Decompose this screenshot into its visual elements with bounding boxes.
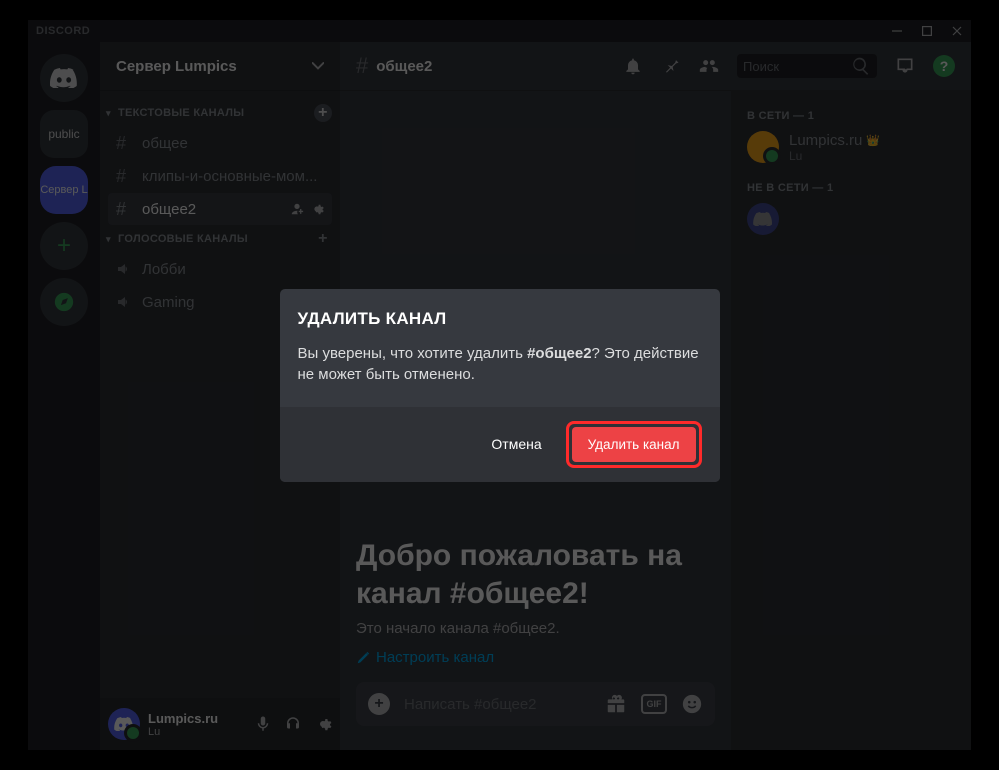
modal-title: УДАЛИТЬ КАНАЛ (298, 309, 702, 329)
cancel-button[interactable]: Отмена (479, 426, 553, 462)
modal-overlay[interactable]: УДАЛИТЬ КАНАЛ Вы уверены, что хотите уда… (0, 0, 999, 770)
delete-channel-button[interactable]: Удалить канал (572, 427, 696, 462)
delete-channel-modal: УДАЛИТЬ КАНАЛ Вы уверены, что хотите уда… (280, 289, 720, 482)
delete-button-highlight: Удалить канал (566, 421, 702, 468)
modal-footer: Отмена Удалить канал (280, 407, 720, 482)
modal-text: Вы уверены, что хотите удалить #общее2? … (298, 343, 702, 385)
